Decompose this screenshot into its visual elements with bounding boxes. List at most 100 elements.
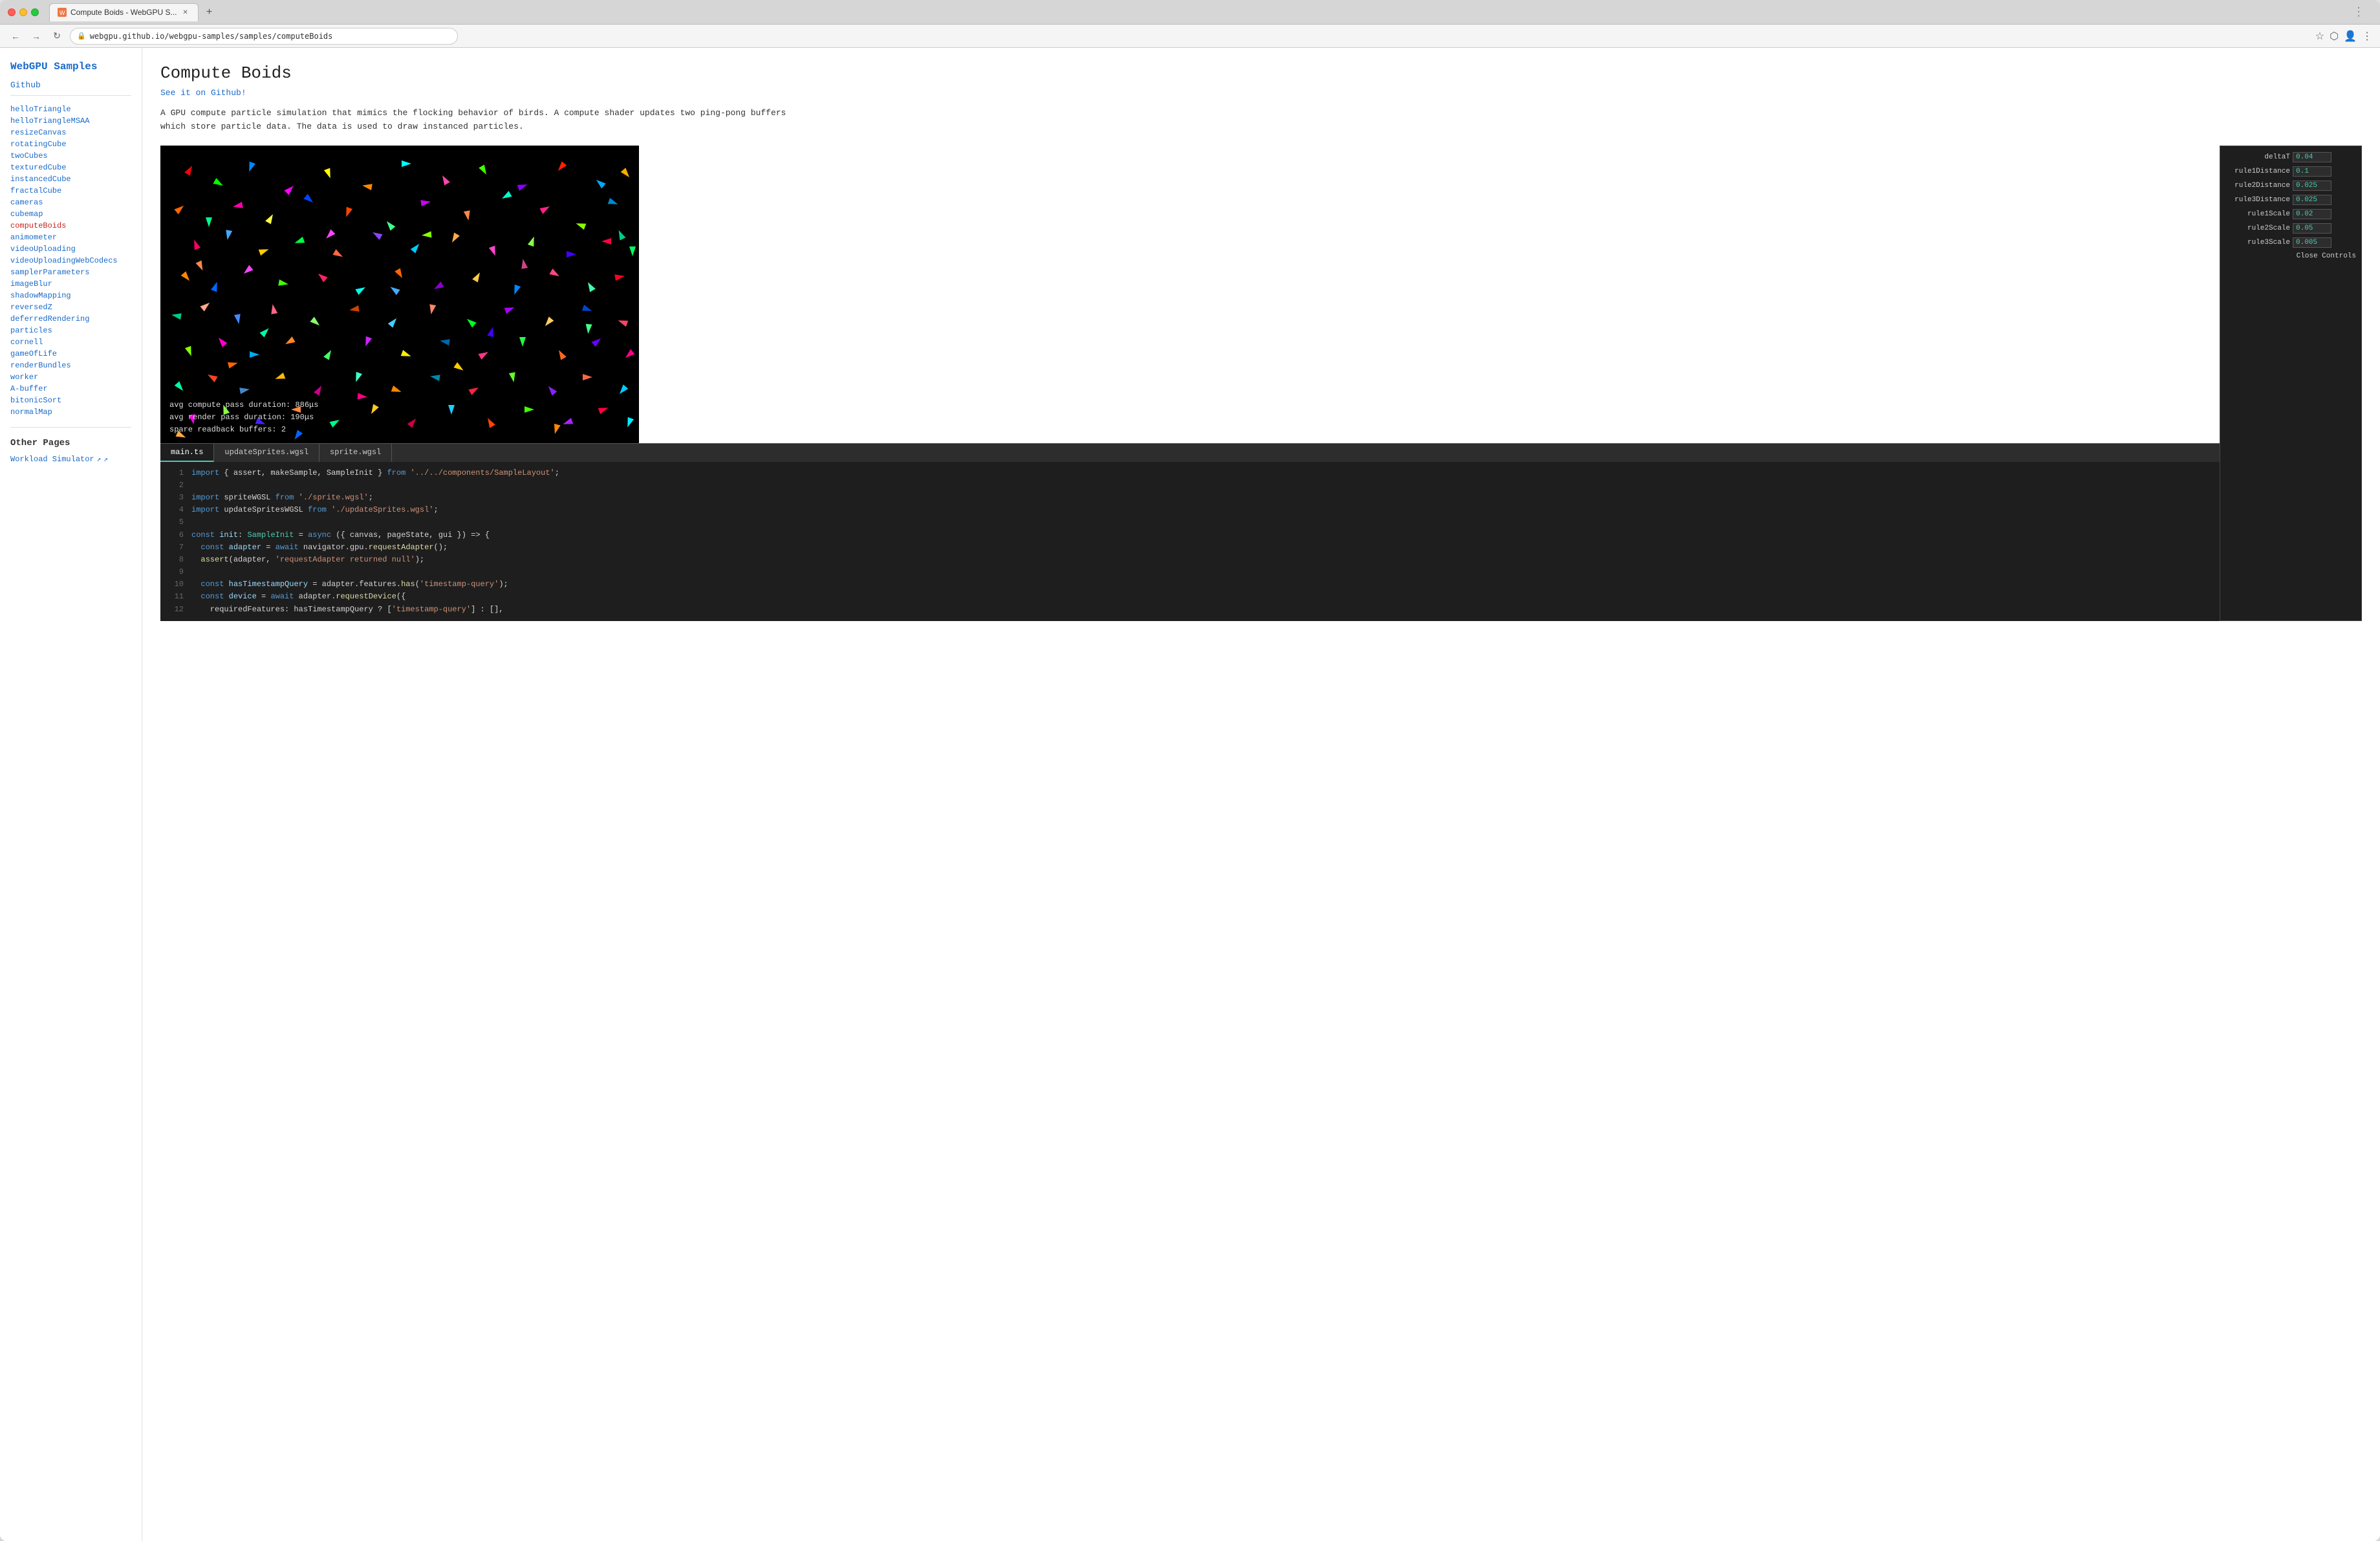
code-line-2: 2 [160, 479, 2220, 492]
sidebar-item-instancedCube[interactable]: instancedCube [10, 173, 131, 185]
code-line-3: 3 import spriteWGSL from './sprite.wgsl'… [160, 492, 2220, 504]
back-button[interactable]: ← [8, 28, 23, 44]
user-icon[interactable]: 👤 [2344, 30, 2357, 43]
code-line-5: 5 [160, 516, 2220, 529]
sidebar-item-deferredRendering[interactable]: deferredRendering [10, 313, 131, 325]
code-line-9: 9 [160, 566, 2220, 578]
sidebar-item-samplerParameters[interactable]: samplerParameters [10, 267, 131, 278]
tab-close-button[interactable]: ✕ [181, 8, 190, 17]
code-line-6: 6 const init: SampleInit = async ({ canv… [160, 529, 2220, 541]
control-rule3Scale: rule3Scale 0.005 [2220, 235, 2361, 250]
compute-pass-stat: avg compute pass duration: 886μs [169, 399, 630, 411]
simulation-canvas[interactable]: avg compute pass duration: 886μs avg ren… [160, 146, 639, 443]
control-label-rule3Scale: rule3Scale [2225, 239, 2290, 246]
code-line-7: 7 const adapter = await navigator.gpu.re… [160, 541, 2220, 554]
canvas-container: avg compute pass duration: 886μs avg ren… [160, 146, 2220, 621]
control-value-rule1Distance[interactable]: 0.1 [2293, 166, 2331, 177]
tab-favicon-icon: W [58, 8, 67, 17]
sidebar-item-helloTriangleMSAA[interactable]: helloTriangleMSAA [10, 115, 131, 127]
sidebar: WebGPU Samples Github helloTriangle hell… [0, 48, 142, 1541]
sidebar-item-cubemap[interactable]: cubemap [10, 208, 131, 220]
sidebar-github-link[interactable]: Github [10, 80, 131, 90]
sidebar-workload-simulator-link[interactable]: Workload Simulator ↗ [10, 454, 131, 465]
forward-button[interactable]: → [28, 28, 44, 44]
control-label-rule2Distance: rule2Distance [2225, 182, 2290, 190]
sidebar-item-computeBoids[interactable]: computeBoids [10, 220, 131, 232]
sidebar-item-twoCubes[interactable]: twoCubes [10, 150, 131, 162]
browser-tab[interactable]: W Compute Boids - WebGPU S... ✕ [49, 3, 199, 21]
code-line-12: 12 requiredFeatures: hasTimestampQuery ?… [160, 604, 2220, 616]
sidebar-item-normalMap[interactable]: normalMap [10, 406, 131, 418]
control-rule1Distance: rule1Distance 0.1 [2220, 164, 2361, 179]
sidebar-item-texturedCube[interactable]: texturedCube [10, 162, 131, 173]
control-value-rule1Scale[interactable]: 0.02 [2293, 209, 2331, 219]
sidebar-item-reversedZ[interactable]: reversedZ [10, 301, 131, 313]
workload-simulator-label: Workload Simulator [10, 455, 94, 464]
window-controls: ⋮ [2353, 5, 2372, 19]
demo-area: avg compute pass duration: 886μs avg ren… [160, 146, 2362, 621]
control-value-rule3Distance[interactable]: 0.025 [2293, 195, 2331, 205]
tab-title: Compute Boids - WebGPU S... [70, 8, 177, 17]
reload-button[interactable]: ↻ [49, 28, 65, 44]
sidebar-item-videoUploading[interactable]: videoUploading [10, 243, 131, 255]
sidebar-item-resizeCanvas[interactable]: resizeCanvas [10, 127, 131, 138]
sidebar-item-renderBundles[interactable]: renderBundles [10, 360, 131, 371]
main-content: Compute Boids See it on Github! A GPU co… [142, 48, 2380, 1541]
new-tab-button[interactable]: + [201, 4, 218, 21]
control-label-rule1Scale: rule1Scale [2225, 210, 2290, 218]
code-line-1: 1 import { assert, makeSample, SampleIni… [160, 467, 2220, 479]
traffic-lights [8, 8, 39, 16]
spare-buffers-stat: spare readback buffers: 2 [169, 424, 630, 436]
tab-updateSprites-wgsl[interactable]: updateSprites.wgsl [214, 444, 319, 462]
minimize-button[interactable] [19, 8, 27, 16]
control-label-rule3Distance: rule3Distance [2225, 196, 2290, 204]
sidebar-item-worker[interactable]: worker [10, 371, 131, 383]
render-pass-stat: avg render pass duration: 190μs [169, 411, 630, 424]
extensions-icon[interactable]: ⬡ [2330, 30, 2339, 43]
sidebar-item-gameOfLife[interactable]: gameOfLife [10, 348, 131, 360]
menu-icon[interactable]: ⋮ [2362, 30, 2372, 43]
sidebar-item-cornell[interactable]: cornell [10, 336, 131, 348]
sidebar-item-cameras[interactable]: cameras [10, 197, 131, 208]
title-bar: W Compute Boids - WebGPU S... ✕ + ⋮ [0, 0, 2380, 25]
other-pages-title: Other Pages [10, 438, 131, 448]
sidebar-item-videoUploadingWebCodecs[interactable]: videoUploadingWebCodecs [10, 255, 131, 267]
canvas-stats-overlay: avg compute pass duration: 886μs avg ren… [160, 393, 639, 443]
control-rule2Scale: rule2Scale 0.05 [2220, 221, 2361, 235]
control-label-rule1Distance: rule1Distance [2225, 168, 2290, 175]
page-description: A GPU compute particle simulation that m… [160, 107, 807, 134]
control-value-rule3Scale[interactable]: 0.005 [2293, 237, 2331, 248]
browser-window: W Compute Boids - WebGPU S... ✕ + ⋮ ← → … [0, 0, 2380, 1541]
sidebar-item-imageBlur[interactable]: imageBlur [10, 278, 131, 290]
code-line-11: 11 const device = await adapter.requestD… [160, 591, 2220, 603]
maximize-button[interactable] [31, 8, 39, 16]
sidebar-item-A-buffer[interactable]: A-buffer [10, 383, 131, 395]
control-value-deltaT[interactable]: 0.04 [2293, 152, 2331, 162]
page-title: Compute Boids [160, 63, 2362, 83]
sidebar-item-particles[interactable]: particles [10, 325, 131, 336]
control-value-rule2Distance[interactable]: 0.025 [2293, 180, 2331, 191]
sidebar-item-helloTriangle[interactable]: helloTriangle [10, 104, 131, 115]
github-link[interactable]: See it on Github! [160, 88, 2362, 98]
control-value-rule2Scale[interactable]: 0.05 [2293, 223, 2331, 234]
bookmark-icon[interactable]: ☆ [2315, 30, 2324, 43]
svg-text:W: W [60, 10, 65, 16]
sidebar-title: WebGPU Samples [10, 61, 131, 72]
sidebar-divider-2 [10, 427, 131, 428]
control-rule1Scale: rule1Scale 0.02 [2220, 207, 2361, 221]
sidebar-divider [10, 95, 131, 96]
control-label-rule2Scale: rule2Scale [2225, 224, 2290, 232]
sidebar-item-fractalCube[interactable]: fractalCube [10, 185, 131, 197]
tab-main-ts[interactable]: main.ts [160, 444, 214, 462]
close-controls-button[interactable]: Close Controls [2220, 250, 2361, 263]
sidebar-item-animometer[interactable]: animometer [10, 232, 131, 243]
sidebar-item-shadowMapping[interactable]: shadowMapping [10, 290, 131, 301]
close-button[interactable] [8, 8, 16, 16]
tab-sprite-wgsl[interactable]: sprite.wgsl [319, 444, 392, 462]
url-bar[interactable]: 🔒 webgpu.github.io/webgpu-samples/sample… [70, 28, 458, 45]
sidebar-item-rotatingCube[interactable]: rotatingCube [10, 138, 131, 150]
code-line-8: 8 assert(adapter, 'requestAdapter return… [160, 554, 2220, 566]
controls-panel: deltaT 0.04 rule1Distance 0.1 rule2Dista… [2220, 146, 2362, 621]
sidebar-item-bitonicSort[interactable]: bitonicSort [10, 395, 131, 406]
address-bar-actions: ☆ ⬡ 👤 ⋮ [2315, 30, 2372, 43]
